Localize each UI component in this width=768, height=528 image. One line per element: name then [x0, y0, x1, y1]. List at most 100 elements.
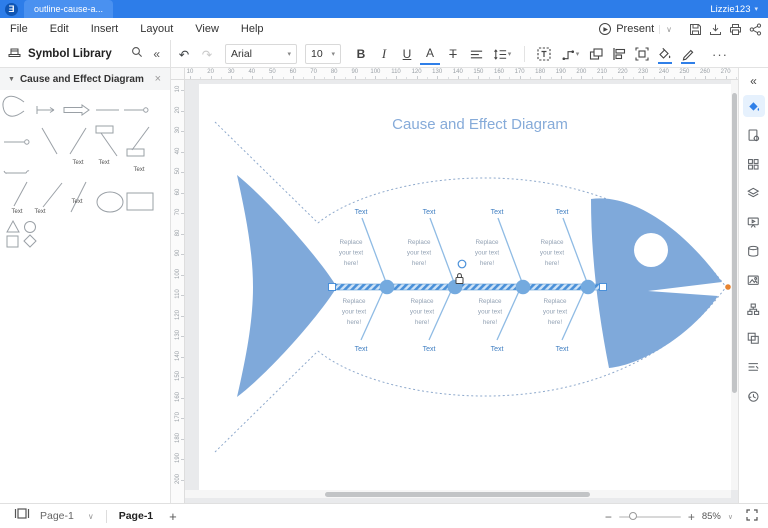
menu-help[interactable]: Help	[241, 23, 264, 35]
vertical-scrollbar-thumb[interactable]	[732, 93, 737, 393]
zoom-out-button[interactable]: −	[605, 510, 612, 524]
fill-color-button[interactable]	[655, 43, 675, 65]
shape-triangle-symbol[interactable]	[7, 221, 19, 232]
shape-palette[interactable]: Text Text Text Text Text Text	[0, 90, 171, 270]
library-section-header[interactable]: ▼ Cause and Effect Diagram ×	[0, 68, 170, 90]
bold-button[interactable]: B	[351, 43, 371, 65]
shape-branch-text-symbol[interactable]	[70, 128, 86, 154]
connector-tool-button[interactable]: ▾	[557, 43, 583, 65]
branch-placeholder-text[interactable]: here!	[344, 260, 359, 267]
undo-button[interactable]: ↶	[174, 43, 194, 65]
rightbar-picture-icon[interactable]	[743, 269, 765, 291]
page-overview-icon[interactable]	[14, 507, 30, 525]
branch-placeholder-text[interactable]: Replace	[543, 298, 567, 305]
fishbone-spine-selected[interactable]	[332, 284, 603, 290]
branch-placeholder-text[interactable]: your text	[543, 309, 567, 316]
branch-placeholder-text[interactable]: Replace	[478, 298, 502, 305]
shape-square-symbol[interactable]	[7, 236, 18, 247]
rightbar-presentation-icon[interactable]	[743, 211, 765, 233]
print-button[interactable]	[729, 23, 742, 36]
branch-placeholder-text[interactable]: your text	[540, 250, 564, 257]
vertical-scrollbar[interactable]	[731, 80, 738, 490]
shape-branch-text-symbol[interactable]	[43, 183, 62, 207]
add-page-button[interactable]: +	[169, 509, 177, 524]
branch-placeholder-text[interactable]: here!	[548, 319, 563, 326]
strikethrough-button[interactable]: T	[443, 43, 463, 65]
branch-text-label-top[interactable]: Text	[491, 209, 504, 216]
branch-text-label-bottom[interactable]: Text	[355, 346, 368, 353]
menu-layout[interactable]: Layout	[140, 23, 173, 35]
user-account-menu[interactable]: Lizzie123 ▾	[710, 0, 758, 18]
branch-text-label-top[interactable]: Text	[423, 209, 436, 216]
font-color-button[interactable]: A	[420, 43, 440, 65]
selection-handle-left[interactable]	[329, 284, 336, 291]
rightbar-floating-window-icon[interactable]	[743, 327, 765, 349]
menu-view[interactable]: View	[195, 23, 219, 35]
share-button[interactable]	[749, 23, 762, 36]
shape-diamond-symbol[interactable]	[24, 235, 36, 247]
shape-circle-symbol[interactable]	[25, 222, 36, 233]
menu-edit[interactable]: Edit	[50, 23, 69, 35]
branch-placeholder-text[interactable]: here!	[480, 260, 495, 267]
branch-placeholder-text[interactable]: here!	[415, 319, 430, 326]
rightbar-outline-icon[interactable]	[743, 356, 765, 378]
document-tab[interactable]: outline-cause-a...	[24, 0, 113, 18]
zoom-in-button[interactable]: +	[688, 510, 695, 524]
select-group-button[interactable]	[632, 43, 652, 65]
line-color-button[interactable]	[678, 43, 698, 65]
page-tab-active[interactable]: Page-1	[119, 510, 153, 522]
zoom-level[interactable]: 85%	[702, 511, 721, 522]
shape-arrow-symbol[interactable]	[37, 106, 54, 114]
present-chevron-icon[interactable]: ∨	[659, 25, 672, 34]
save-button[interactable]	[689, 23, 702, 36]
rotation-handle[interactable]	[458, 260, 466, 268]
branch-text-label-bottom[interactable]: Text	[556, 346, 569, 353]
shape-category-box-symbol[interactable]	[96, 126, 117, 156]
page-selector[interactable]: Page-1	[40, 510, 74, 522]
shape-ellipse-symbol[interactable]	[97, 192, 123, 212]
shape-branch-text-symbol[interactable]	[71, 182, 86, 212]
drawing-canvas[interactable]: Cause and Effect Diagram TextTextReplace…	[185, 80, 738, 503]
align-text-button[interactable]	[466, 43, 486, 65]
branch-placeholder-text[interactable]: Replace	[407, 239, 431, 246]
rightbar-page-settings-icon[interactable]	[743, 124, 765, 146]
branch-text-label-bottom[interactable]: Text	[423, 346, 436, 353]
connection-point[interactable]	[725, 284, 731, 290]
line-spacing-button[interactable]: ▾	[489, 43, 515, 65]
collapse-right-panel-icon[interactable]: «	[750, 74, 757, 88]
shape-line-endpoint-symbol[interactable]	[4, 140, 29, 144]
branch-placeholder-text[interactable]: Replace	[475, 239, 499, 246]
shape-spine-symbol[interactable]	[4, 171, 29, 174]
branch-placeholder-text[interactable]: your text	[342, 309, 366, 316]
branch-node[interactable]	[380, 280, 395, 295]
menu-insert[interactable]: Insert	[91, 23, 119, 35]
italic-button[interactable]: I	[374, 43, 394, 65]
branch-placeholder-text[interactable]: Replace	[342, 298, 366, 305]
download-button[interactable]	[709, 23, 722, 36]
collapse-left-panel-icon[interactable]: «	[153, 47, 160, 61]
shape-line-endpoint-symbol[interactable]	[124, 108, 148, 112]
branch-placeholder-text[interactable]: Replace	[540, 239, 564, 246]
rightbar-structure-icon[interactable]	[743, 298, 765, 320]
menu-file[interactable]: File	[10, 23, 28, 35]
rightbar-data-icon[interactable]	[743, 240, 765, 262]
underline-button[interactable]: U	[397, 43, 417, 65]
selection-handle-right[interactable]	[600, 284, 607, 291]
branch-placeholder-text[interactable]: here!	[412, 260, 427, 267]
shape-arrange-button[interactable]	[586, 43, 606, 65]
more-tools-button[interactable]: ···	[712, 47, 728, 62]
branch-placeholder-text[interactable]: your text	[339, 250, 363, 257]
rightbar-layers-icon[interactable]	[743, 182, 765, 204]
rightbar-fill-format-icon[interactable]	[743, 95, 765, 117]
rightbar-history-icon[interactable]	[743, 385, 765, 407]
branch-node[interactable]	[516, 280, 531, 295]
shape-category-box-symbol[interactable]	[127, 127, 149, 156]
redo-button[interactable]: ↷	[197, 43, 217, 65]
branch-placeholder-text[interactable]: your text	[410, 309, 434, 316]
branch-placeholder-text[interactable]: your text	[407, 250, 431, 257]
branch-node[interactable]	[581, 280, 596, 295]
zoom-chevron-icon[interactable]: ∨	[728, 513, 733, 521]
shape-diagonal-branch-symbol[interactable]	[42, 128, 57, 154]
insert-textbox-button[interactable]	[534, 43, 554, 65]
branch-placeholder-text[interactable]: your text	[475, 250, 499, 257]
